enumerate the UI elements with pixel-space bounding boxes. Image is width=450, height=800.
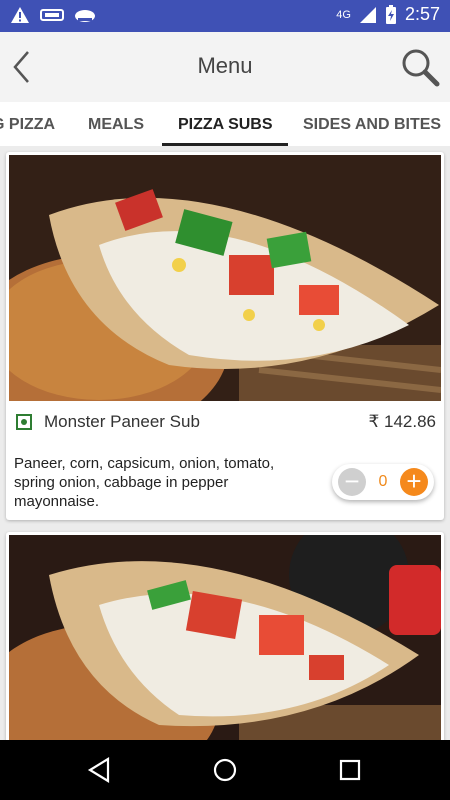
tab-sides-and-bites[interactable]: SIDES AND BITES bbox=[303, 116, 441, 134]
item-description: Paneer, corn, capsicum, onion, tomato, s… bbox=[14, 455, 275, 510]
quantity-stepper: − 0 + bbox=[332, 464, 434, 500]
item-price: ₹ 142.86 bbox=[368, 412, 436, 431]
tab-meals[interactable]: MEALS bbox=[88, 116, 144, 134]
back-nav-icon[interactable] bbox=[86, 756, 114, 784]
page-title: Menu bbox=[197, 53, 253, 78]
tab-pizza-subs[interactable]: PIZZA SUBS bbox=[178, 116, 273, 134]
veg-indicator-icon bbox=[16, 414, 32, 430]
item-name: Monster Paneer Sub bbox=[44, 412, 200, 431]
menu-item-card[interactable]: Monster Paneer Sub ₹ 142.86 Paneer, corn… bbox=[6, 152, 444, 520]
battery-charging-icon bbox=[385, 4, 396, 24]
search-icon[interactable] bbox=[400, 47, 440, 87]
warning-icon bbox=[11, 7, 29, 23]
menu-list[interactable]: Monster Paneer Sub ₹ 142.86 Paneer, corn… bbox=[0, 146, 450, 740]
brand-logo-icon bbox=[40, 9, 64, 21]
category-tabs: G PIZZA MEALS PIZZA SUBS SIDES AND BITES bbox=[0, 102, 450, 147]
quantity-value: 0 bbox=[378, 473, 388, 490]
network-type: 4G bbox=[336, 8, 351, 21]
recents-nav-icon[interactable] bbox=[336, 756, 364, 784]
item-photo bbox=[9, 535, 441, 740]
home-nav-icon[interactable] bbox=[211, 756, 239, 784]
cloud-icon bbox=[75, 10, 95, 22]
app-bar: Menu bbox=[0, 32, 450, 102]
status-bar: 4G 2:57 bbox=[0, 0, 450, 32]
system-nav-bar bbox=[0, 740, 450, 800]
decrease-quantity-button[interactable]: − bbox=[338, 468, 366, 496]
clock: 2:57 bbox=[404, 4, 440, 24]
menu-item-card[interactable] bbox=[6, 532, 444, 740]
item-photo bbox=[9, 155, 441, 401]
tab-pizza[interactable]: G PIZZA bbox=[0, 116, 55, 134]
signal-icon bbox=[359, 6, 376, 23]
increase-quantity-button[interactable]: + bbox=[400, 468, 428, 496]
